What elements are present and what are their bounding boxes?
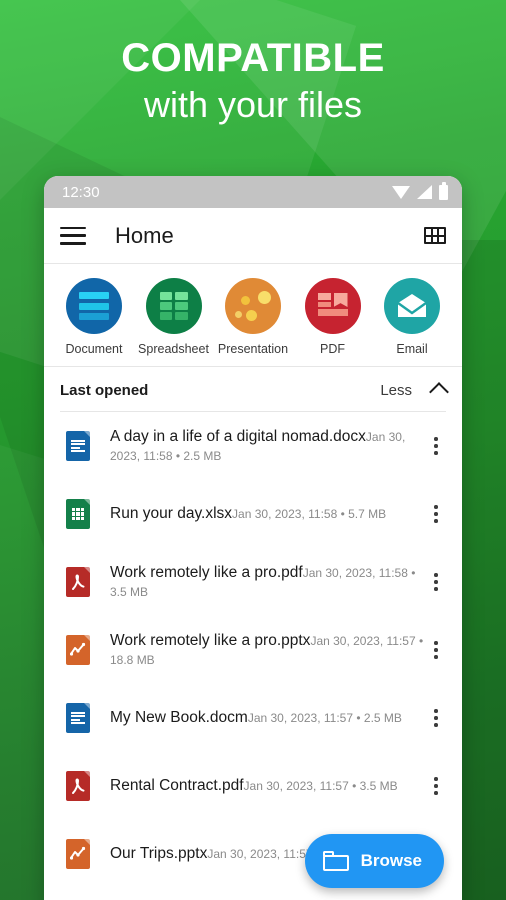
sheet-file-glyph [71, 507, 85, 521]
signal-icon [417, 185, 432, 199]
file-type-icon [66, 635, 92, 665]
spreadsheet-glyph [159, 292, 188, 320]
quick-action-label: Document [65, 342, 123, 356]
app-bar: Home [44, 208, 462, 264]
promo-headline-line2: with your files [143, 84, 363, 125]
presentation-glyph [235, 291, 271, 321]
file-name: Our Trips.pptx [110, 845, 208, 862]
file-name: Work remotely like a pro.pdf [110, 564, 303, 581]
browse-button[interactable]: Browse [304, 834, 444, 888]
file-text: Work remotely like a pro.pptxJan 30, 202… [110, 631, 424, 669]
quick-action-document[interactable]: Document [56, 278, 132, 356]
promo-headline-line1: COMPATIBLE [121, 36, 385, 80]
more-options-icon[interactable] [424, 777, 448, 795]
status-bar-icons [392, 181, 448, 200]
status-bar: 12:30 [44, 176, 462, 208]
file-type-icon [66, 771, 92, 801]
file-row[interactable]: Run your day.xlsxJan 30, 2023, 11:58 • 5… [44, 480, 462, 548]
doc-file-glyph [71, 440, 85, 452]
quick-action-label: Spreadsheet [138, 342, 209, 356]
grid-view-icon[interactable] [424, 227, 446, 244]
email-glyph [396, 294, 428, 318]
file-meta: Jan 30, 2023, 11:58 • 5.7 MB [232, 507, 387, 521]
quick-action-pdf[interactable]: PDF [295, 278, 371, 356]
spreadsheet-icon [145, 278, 202, 334]
promo-headline: COMPATIBLE with your files [0, 34, 506, 128]
file-type-icon [66, 839, 92, 869]
file-type-icon [66, 499, 92, 529]
file-name: A day in a life of a digital nomad.docx [110, 428, 366, 445]
more-options-icon[interactable] [424, 709, 448, 727]
quick-action-label: Presentation [217, 342, 289, 356]
file-type-icon [66, 567, 92, 597]
chevron-up-icon[interactable] [429, 382, 449, 402]
browse-button-label: Browse [360, 851, 422, 870]
ppt-file-glyph [70, 846, 86, 860]
file-text: My New Book.docmJan 30, 2023, 11:57 • 2.… [110, 708, 424, 728]
file-text: Rental Contract.pdfJan 30, 2023, 11:57 •… [110, 776, 424, 796]
phone-mockup: 12:30 Home Document Spreadsheet Presentati… [44, 176, 462, 900]
file-name: Rental Contract.pdf [110, 777, 244, 794]
file-name: Work remotely like a pro.pptx [110, 632, 311, 649]
quick-action-presentation[interactable]: Presentation [215, 278, 291, 356]
doc-file-glyph [71, 712, 85, 724]
file-row[interactable]: Work remotely like a pro.pdfJan 30, 2023… [44, 548, 462, 616]
less-toggle[interactable]: Less [380, 382, 412, 399]
file-meta: Jan 30, 2023, 11:57 • 3.5 MB [243, 779, 398, 793]
promo-screenshot: COMPATIBLE with your files 12:30 Home Do… [0, 0, 506, 900]
quick-action-label: PDF [320, 342, 345, 356]
quick-action-email[interactable]: Email [374, 278, 450, 356]
file-text: A day in a life of a digital nomad.docxJ… [110, 427, 424, 465]
file-row[interactable]: Rental Contract.pdfJan 30, 2023, 11:57 •… [44, 752, 462, 820]
file-row[interactable]: A day in a life of a digital nomad.docxJ… [44, 412, 462, 480]
page-title: Home [115, 222, 174, 248]
more-options-icon[interactable] [424, 573, 448, 591]
last-opened-header: Last opened Less [44, 367, 462, 411]
more-options-icon[interactable] [424, 505, 448, 523]
quick-actions-row: Document Spreadsheet Presentation PDF Email [44, 264, 462, 367]
section-title: Last opened [60, 381, 149, 399]
wifi-icon [392, 185, 410, 199]
file-row[interactable]: My New Book.docmJan 30, 2023, 11:57 • 2.… [44, 684, 462, 752]
file-meta: Jan 30, 2023, 11:57 • 2.5 MB [247, 711, 402, 725]
presentation-icon [225, 278, 281, 334]
file-type-icon [66, 703, 92, 733]
more-options-icon[interactable] [424, 641, 448, 659]
status-bar-clock: 12:30 [62, 183, 100, 201]
pdf-file-glyph [72, 573, 85, 590]
quick-action-label: Email [396, 342, 428, 356]
file-name: My New Book.docm [110, 709, 248, 726]
email-icon [384, 278, 440, 334]
pdf-icon [304, 278, 361, 334]
quick-action-spreadsheet[interactable]: Spreadsheet [136, 278, 212, 356]
more-options-icon[interactable] [424, 437, 448, 455]
file-list: A day in a life of a digital nomad.docx J… [44, 412, 462, 888]
hamburger-menu-icon[interactable] [60, 226, 86, 245]
file-row[interactable]: Work remotely like a pro.pptxJan 30, 202… [44, 616, 462, 684]
battery-icon [439, 181, 448, 200]
folder-icon [322, 851, 349, 871]
pdf-glyph [317, 293, 348, 319]
file-type-icon [66, 431, 92, 461]
document-glyph [79, 292, 109, 320]
pdf-file-glyph [72, 777, 85, 794]
document-icon [66, 278, 122, 334]
file-name: Run your day.xlsx [110, 505, 233, 522]
file-text: Work remotely like a pro.pdfJan 30, 2023… [110, 563, 424, 601]
ppt-file-glyph [70, 642, 86, 656]
file-text: Run your day.xlsxJan 30, 2023, 11:58 • 5… [110, 504, 424, 524]
